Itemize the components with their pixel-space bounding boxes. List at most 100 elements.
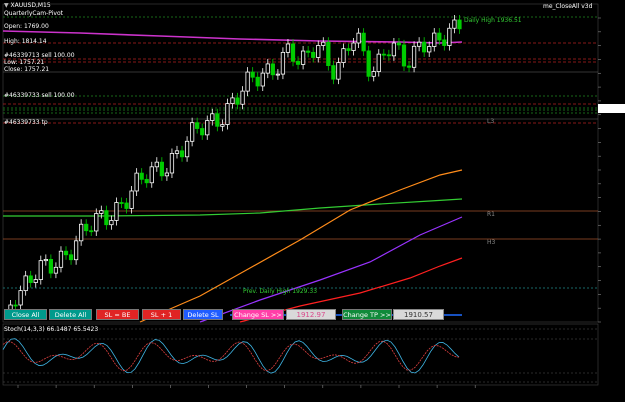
candle-body <box>220 124 225 127</box>
candle-body <box>33 279 38 283</box>
candle-body <box>174 150 180 154</box>
pivot-l3-label: L3 <box>487 118 495 125</box>
candle-body <box>28 275 33 283</box>
candle-body <box>159 161 164 177</box>
candle-body <box>346 48 351 51</box>
candle-body <box>225 103 230 125</box>
candle-body <box>134 172 139 192</box>
candle-body <box>295 60 301 65</box>
order-label-2: #46339733 sell 100.00 <box>4 92 75 99</box>
candle-body <box>391 42 397 57</box>
candle-body <box>245 71 250 92</box>
stoch-frame <box>2 323 599 386</box>
candle-body <box>68 254 74 261</box>
candle-body <box>376 53 381 72</box>
candle-body <box>351 42 356 51</box>
candle-body <box>447 27 452 46</box>
candle-body <box>124 202 129 209</box>
delete-all-button[interactable]: Delete All <box>49 309 92 320</box>
candle-body <box>285 43 291 53</box>
candle-body <box>280 51 286 75</box>
change-tp-button[interactable]: Change TP >> <box>342 309 392 320</box>
pivot-h3-label: H3 <box>487 239 496 246</box>
candle-body <box>265 63 270 74</box>
candle-body <box>437 32 442 41</box>
candle-body <box>53 266 59 274</box>
candle-body <box>311 51 316 58</box>
candle-body <box>195 122 200 129</box>
candle-body <box>270 63 275 76</box>
close-all-button[interactable]: Close All <box>4 309 47 320</box>
change-sl-button[interactable]: Change SL >> <box>232 309 284 320</box>
candle-body <box>457 19 462 30</box>
stoch-signal-line <box>2 340 460 372</box>
candle-body <box>386 54 391 57</box>
pivot-r1-label: R1 <box>487 211 495 218</box>
candle-body <box>154 161 159 168</box>
candle-body <box>230 97 235 104</box>
candle-body <box>235 97 240 105</box>
candle-body <box>114 202 119 221</box>
candle-body <box>432 32 437 47</box>
chart-symbol-icon: ▼ <box>4 2 9 9</box>
moving-averages <box>2 30 463 323</box>
candle-body <box>48 259 54 274</box>
candle-body <box>200 128 205 136</box>
candle-body <box>184 140 190 158</box>
candle-body <box>43 259 48 262</box>
candle-body <box>84 223 89 232</box>
candle-body <box>442 39 447 46</box>
candle-body <box>13 304 18 307</box>
candle-body <box>452 19 457 29</box>
indicator-label: QuarterlyCam-Pivot <box>4 10 63 17</box>
candle-body <box>306 50 311 53</box>
daily-high-label: Daily High 1936.51 <box>464 17 522 24</box>
candle-body <box>79 223 84 242</box>
ma-green <box>3 198 463 217</box>
delete-sl-button[interactable]: Delete SL <box>183 309 223 320</box>
candle-body <box>260 72 265 87</box>
candle-body <box>89 230 94 233</box>
candle-body <box>381 53 386 56</box>
candle-body <box>23 275 28 292</box>
candle-body <box>401 44 407 67</box>
ea-label: me_CloseAll v3d <box>543 3 593 10</box>
candle-body <box>18 290 23 306</box>
candle-body <box>144 178 149 184</box>
candle-body <box>179 150 185 158</box>
symbol-label: ▼ XAUUSD,M15 <box>4 2 51 9</box>
candle-body <box>94 213 99 232</box>
ma-magenta <box>2 30 463 44</box>
indicator-text: QuarterlyCam-Pivot <box>4 10 64 17</box>
prev-daily-high-label: Prev. Daily High 1929.33 <box>243 288 318 295</box>
candle-body <box>205 120 210 136</box>
candle-body <box>336 62 341 80</box>
level-lines <box>3 16 598 316</box>
ohlc-open: Open: 1769.00 <box>4 23 49 30</box>
order-label-3: #46339733 tp <box>4 119 48 126</box>
candle-body <box>422 41 427 53</box>
candle-body <box>255 76 260 87</box>
symbol-text: XAUUSD,M15 <box>10 2 51 9</box>
sl-value-field[interactable]: 1912.97 <box>286 309 336 320</box>
tp-value-field[interactable]: 1910.57 <box>393 309 444 320</box>
candle-body <box>164 172 170 177</box>
candle-body <box>275 73 280 76</box>
candle-body <box>411 45 417 68</box>
stochastic-panel <box>2 328 598 383</box>
candles <box>8 15 462 318</box>
ma-violet <box>199 216 463 323</box>
order-label-1: #46339713 sell 100.00 <box>4 52 75 59</box>
candle-body <box>240 90 245 105</box>
sl-plus-one-button[interactable]: SL + 1 <box>142 309 181 320</box>
sl-breakeven-button[interactable]: SL = BE <box>96 309 139 320</box>
stoch-label: Stoch(14,3,3) 66.1487 65.5423 <box>4 326 99 333</box>
candle-body <box>356 32 361 44</box>
candle-body <box>361 32 366 52</box>
axes <box>17 17 625 388</box>
price-chart[interactable] <box>0 0 625 402</box>
candle-body <box>416 41 422 47</box>
ma-orange <box>139 169 463 323</box>
candle-body <box>341 48 346 63</box>
candle-body <box>129 190 134 209</box>
